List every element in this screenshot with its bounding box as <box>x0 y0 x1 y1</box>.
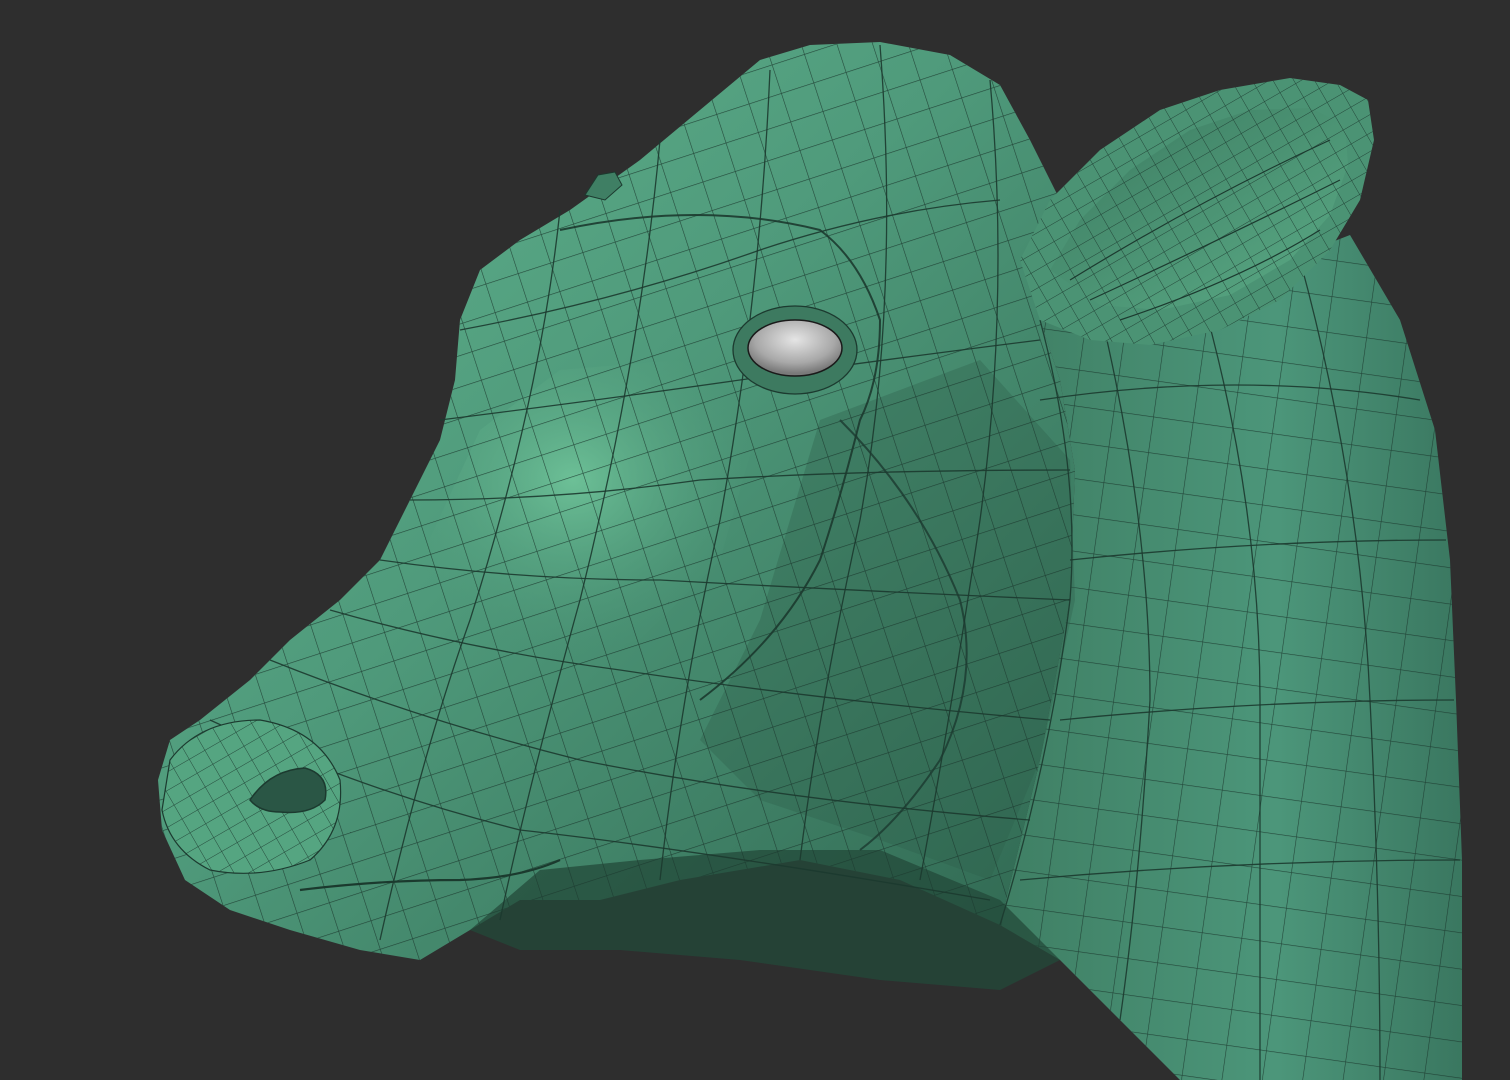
nose <box>161 719 342 874</box>
viewport-canvas <box>0 0 1510 1080</box>
3d-viewport[interactable] <box>0 0 1510 1080</box>
eye <box>747 319 843 377</box>
neck-wireframe <box>1000 235 1462 1080</box>
